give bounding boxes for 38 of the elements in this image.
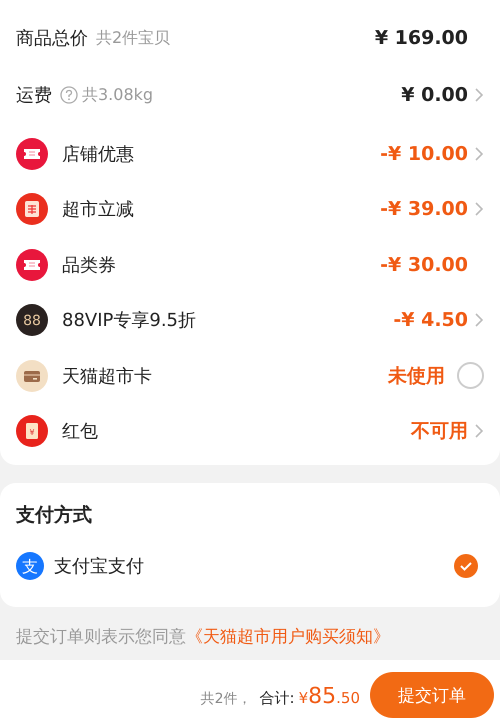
row-value: ¥ 0.00 [401,84,468,106]
radio-button[interactable] [457,362,484,390]
row-value: ¥ 169.00 [374,27,468,49]
pay-logo-icon: 支 [16,552,44,580]
coupon-icon [16,193,48,226]
benefit-value: -¥ 39.00 [380,198,468,220]
benefit-label: 红包 [62,420,98,444]
row-note: 共2件宝贝 [96,28,170,48]
envelope-icon: ¥ [16,415,48,448]
agreement-link[interactable]: 《天猫超市用户购买须知》 [186,627,390,647]
benefit-value: 未使用 [388,364,445,389]
help-icon [60,86,78,104]
benefit-value: -¥ 30.00 [380,254,468,276]
benefit-label: 超市立减 [62,198,134,222]
agreement-text: 提交订单则表示您同意 [16,627,186,647]
currency-symbol: ¥ [298,689,308,707]
submit-button[interactable]: 提交订单 [370,672,494,718]
ticket-icon [16,138,48,170]
benefit-label: 天猫超市卡 [62,364,152,388]
payment-method-label: 支付宝支付 [54,555,144,578]
benefit-label: 店铺优惠 [62,142,134,166]
total-label: 合计: [260,689,295,708]
section-title: 支付方式 [16,503,93,528]
benefit-value: 不可用 [411,419,468,444]
checked-icon[interactable] [454,554,478,578]
row-label: 商品总价 [16,27,88,50]
benefit-value: -¥ 10.00 [380,142,468,165]
ticket-icon [16,248,48,281]
total-amount: 85 [308,684,336,709]
item-count: 共2件， [200,690,252,708]
benefit-label: 品类券 [62,254,116,277]
card-icon [16,360,48,392]
benefit-label: 88VIP专享9.5折 [62,309,196,332]
row-label: 运费 [16,84,52,107]
vip-badge: 88 [16,304,48,336]
benefit-value: -¥ 4.50 [393,309,468,332]
total-cents: .50 [336,689,360,707]
row-note: 共3.08kg [82,84,154,106]
